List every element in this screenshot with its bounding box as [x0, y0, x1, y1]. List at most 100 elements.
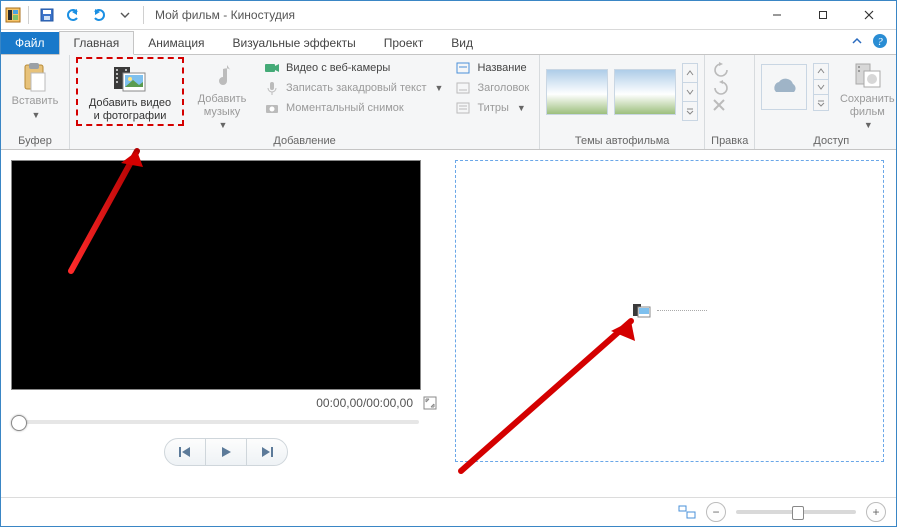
zoom-in-button[interactable]: +: [866, 502, 886, 522]
dropdown-icon: ▼: [32, 110, 41, 120]
tab-project[interactable]: Проект: [370, 32, 438, 54]
fullscreen-button[interactable]: [423, 396, 437, 410]
dropdown-icon: ▼: [517, 103, 526, 113]
separator: [28, 6, 29, 24]
video-preview[interactable]: [11, 160, 421, 390]
autotheme-gallery[interactable]: [546, 57, 698, 121]
tab-animation[interactable]: Анимация: [134, 32, 218, 54]
caption-label: Заголовок: [477, 82, 529, 94]
transport-controls: [11, 438, 441, 466]
ribbon: Вставить ▼ Буфер Добавить видео и фотогр…: [1, 54, 896, 150]
app-icon: [5, 7, 21, 23]
microphone-icon: [264, 80, 280, 96]
seek-thumb[interactable]: [11, 415, 27, 431]
cloud-icon: [767, 76, 801, 98]
tab-file[interactable]: Файл: [1, 32, 59, 54]
dropdown-icon: ▼: [864, 120, 873, 130]
add-music-label: Добавить музыку: [198, 93, 247, 118]
caption-button[interactable]: Заголовок: [451, 79, 533, 97]
maximize-button[interactable]: [800, 1, 846, 29]
add-music-button[interactable]: Добавить музыку ▼: [188, 57, 256, 131]
ribbon-help-area: ?: [852, 33, 888, 49]
delete-button[interactable]: [711, 97, 731, 113]
workspace: 00:00,00/00:00,00: [1, 150, 896, 501]
paste-button[interactable]: Вставить ▼: [7, 57, 63, 120]
save-button[interactable]: [36, 4, 58, 26]
snapshot-label: Моментальный снимок: [286, 102, 404, 114]
theme-thumb[interactable]: [546, 69, 608, 115]
title-icon: [455, 60, 471, 76]
paste-label: Вставить: [12, 95, 59, 108]
credits-label: Титры: [477, 102, 508, 114]
hint-line: [657, 310, 707, 313]
save-movie-button[interactable]: Сохранить фильм ▼: [833, 57, 897, 131]
group-label: Буфер: [7, 134, 63, 149]
rotate-right-button[interactable]: [711, 79, 731, 95]
gallery-scroll-up[interactable]: [814, 64, 828, 79]
tab-visual-effects[interactable]: Визуальные эффекты: [219, 32, 370, 54]
time-display: 00:00,00/00:00,00: [316, 396, 413, 410]
gallery-more: [813, 63, 829, 111]
gallery-scroll-up[interactable]: [683, 64, 697, 82]
thumbnail-size-button[interactable]: [678, 505, 696, 519]
snapshot-button[interactable]: Моментальный снимок: [260, 99, 447, 117]
group-autotheme: Темы автофильма: [540, 55, 705, 149]
paste-icon: [19, 61, 51, 93]
group-add: Добавить видео и фотографии Добавить муз…: [70, 55, 540, 149]
window-controls: [754, 1, 892, 29]
tab-home[interactable]: Главная: [59, 31, 135, 55]
help-button[interactable]: ?: [872, 33, 888, 49]
dropdown-icon: ▼: [219, 120, 228, 130]
seek-bar[interactable]: [11, 420, 419, 424]
qat-customize-button[interactable]: [114, 4, 136, 26]
group-label: Темы автофильма: [546, 134, 698, 149]
tab-view[interactable]: Вид: [437, 32, 487, 54]
minimize-button[interactable]: [754, 1, 800, 29]
group-label: Добавление: [76, 134, 533, 149]
group-edit: Правка: [705, 55, 755, 149]
webcam-video-button[interactable]: Видео с веб-камеры: [260, 59, 447, 77]
zoom-thumb[interactable]: [792, 506, 804, 520]
film-photo-icon: [113, 65, 147, 95]
next-frame-button[interactable]: [246, 439, 287, 465]
record-narration-button[interactable]: Записать закадровый текст▼: [260, 79, 447, 97]
group-share: Сохранить фильм ▼ Доступ: [755, 55, 897, 149]
close-button[interactable]: [846, 1, 892, 29]
share-gallery[interactable]: [761, 57, 829, 111]
music-note-icon: [207, 61, 237, 91]
zoom-slider[interactable]: [736, 510, 856, 514]
dropzone-hint: [633, 303, 707, 319]
title-label: Название: [477, 62, 526, 74]
redo-button[interactable]: [88, 4, 110, 26]
credits-icon: [455, 100, 471, 116]
timeline-pane: [451, 150, 896, 501]
gallery-expand[interactable]: [683, 101, 697, 120]
timeline-dropzone[interactable]: [455, 160, 884, 462]
group-label: Правка: [711, 134, 748, 149]
prev-frame-button[interactable]: [165, 439, 205, 465]
narration-label: Записать закадровый текст: [286, 82, 427, 94]
gallery-more: [682, 63, 698, 121]
credits-button[interactable]: Титры ▼: [451, 99, 533, 117]
group-clipboard: Вставить ▼ Буфер: [1, 55, 70, 149]
zoom-out-button[interactable]: −: [706, 502, 726, 522]
gallery-scroll-down[interactable]: [814, 79, 828, 95]
rotate-left-button[interactable]: [711, 61, 731, 77]
onedrive-button[interactable]: [761, 64, 807, 110]
theme-thumb[interactable]: [614, 69, 676, 115]
gallery-scroll-down[interactable]: [683, 82, 697, 101]
group-label: Доступ: [761, 134, 897, 149]
undo-button[interactable]: [62, 4, 84, 26]
save-movie-icon: [852, 61, 882, 91]
gallery-expand[interactable]: [814, 94, 828, 110]
play-button[interactable]: [205, 439, 246, 465]
collapse-ribbon-button[interactable]: [852, 36, 862, 46]
title-button[interactable]: Название: [451, 59, 533, 77]
svg-text:?: ?: [877, 36, 883, 48]
tutorial-highlight: Добавить видео и фотографии: [76, 57, 184, 126]
caption-icon: [455, 80, 471, 96]
window-title: Мой фильм - Киностудия: [155, 8, 295, 22]
add-video-photo-button[interactable]: Добавить видео и фотографии: [80, 61, 180, 122]
titlebar: Мой фильм - Киностудия: [1, 1, 896, 30]
add-video-photo-label: Добавить видео и фотографии: [89, 97, 171, 122]
